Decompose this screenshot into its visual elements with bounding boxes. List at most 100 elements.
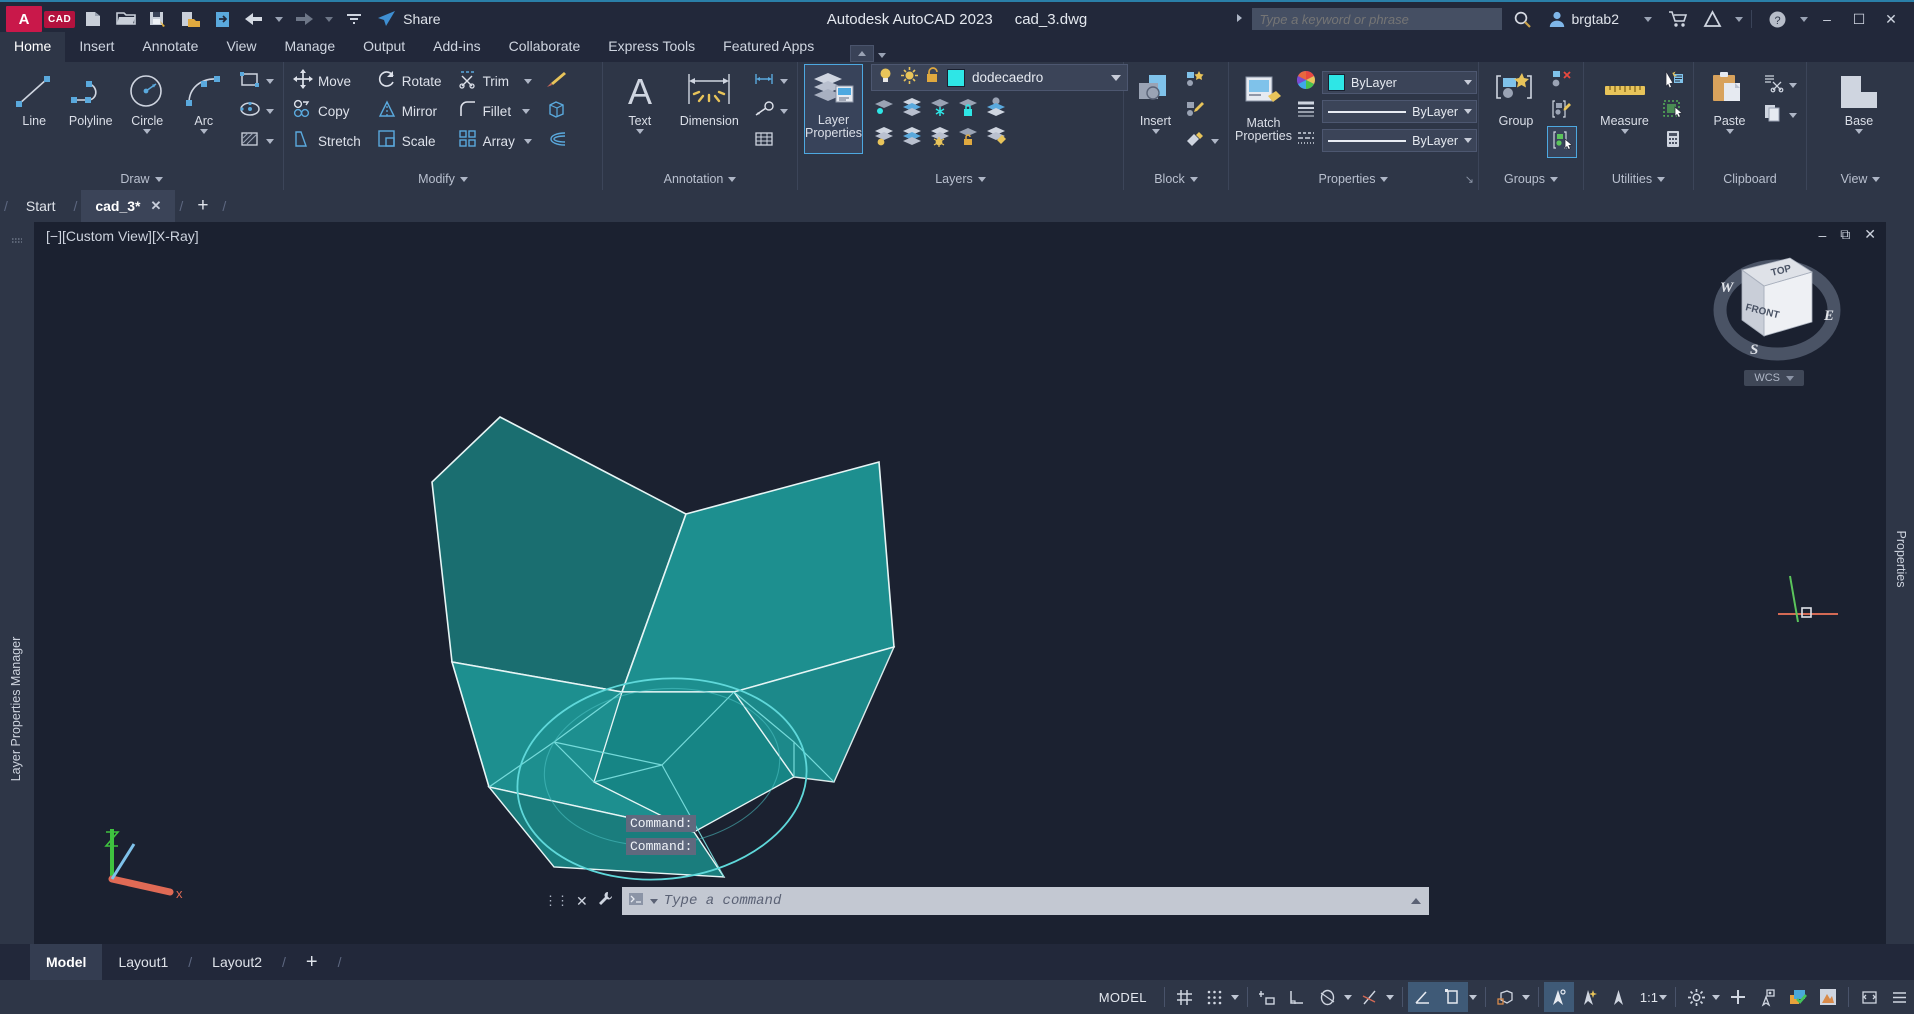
cut-button[interactable] bbox=[1759, 70, 1800, 100]
layout-tab-add[interactable]: + bbox=[290, 944, 334, 980]
group-edit-button[interactable] bbox=[1547, 96, 1577, 126]
quick-calc-area-button[interactable] bbox=[1659, 96, 1687, 126]
lineweight-toggle[interactable] bbox=[1437, 982, 1468, 1012]
tab-cad3[interactable]: cad_3* ✕ bbox=[81, 190, 176, 222]
draw-ellipse-button[interactable] bbox=[236, 96, 277, 126]
ortho-mode-toggle[interactable] bbox=[1313, 982, 1343, 1012]
workspace-switching-toggle[interactable] bbox=[1783, 982, 1813, 1012]
minimize-button[interactable]: – bbox=[1812, 4, 1842, 34]
modify-move-button[interactable]: Move bbox=[290, 66, 364, 96]
layer-freeze-icon[interactable] bbox=[927, 94, 953, 120]
property-lineweight-select[interactable]: ByLayer bbox=[1321, 100, 1477, 123]
annotation-dimension-button[interactable]: Dimension bbox=[671, 66, 748, 128]
open-file-icon[interactable] bbox=[113, 6, 139, 32]
ribbon-tab-insert[interactable]: Insert bbox=[65, 32, 128, 62]
ribbon-minimize-icon[interactable] bbox=[878, 53, 887, 62]
layers-panel-title[interactable]: Layers bbox=[798, 168, 1123, 190]
layer-lock-icon[interactable] bbox=[955, 94, 981, 120]
base-view-dropdown-icon[interactable] bbox=[1855, 129, 1863, 134]
infer-constraints-toggle[interactable] bbox=[1253, 982, 1283, 1012]
layer-color-swatch[interactable] bbox=[946, 68, 965, 87]
model-viewport[interactable]: [−][Custom View][X-Ray] – ⧉ ✕ x TOP FRON… bbox=[34, 222, 1886, 944]
layer-dropdown-icon[interactable] bbox=[1110, 74, 1121, 81]
layout-tab-layout2[interactable]: Layout2 bbox=[196, 944, 278, 980]
modify-array-button[interactable]: Array bbox=[455, 126, 536, 156]
copy-clip-dropdown-icon[interactable] bbox=[1789, 112, 1797, 118]
copy-clip-button[interactable] bbox=[1759, 100, 1800, 130]
ellipse-dropdown-icon[interactable] bbox=[266, 108, 274, 114]
save-as-icon[interactable] bbox=[177, 6, 203, 32]
autocad-logo[interactable]: A bbox=[6, 6, 42, 32]
draw-polyline-button[interactable]: Polyline bbox=[63, 66, 120, 128]
ribbon-tab-featured-apps[interactable]: Featured Apps bbox=[709, 32, 828, 62]
lineweight-icon[interactable] bbox=[1296, 99, 1316, 124]
command-expand-icon[interactable] bbox=[1411, 898, 1421, 904]
annotation-scale-value[interactable]: 1:1 bbox=[1634, 990, 1658, 1005]
transparency-toggle[interactable] bbox=[1491, 982, 1521, 1012]
modify-paintbrush-button[interactable] bbox=[541, 66, 571, 96]
wcs-dropdown-icon[interactable] bbox=[1786, 375, 1794, 381]
ribbon-tab-output[interactable]: Output bbox=[349, 32, 419, 62]
lineweight-dropdown-icon[interactable] bbox=[1468, 994, 1477, 1000]
ribbon-tab-view[interactable]: View bbox=[212, 32, 270, 62]
block-panel-title[interactable]: Block bbox=[1124, 168, 1228, 190]
draw-circle-button[interactable]: Circle bbox=[119, 66, 176, 134]
isolate-objects-toggle[interactable] bbox=[1753, 982, 1783, 1012]
linetype-icon[interactable] bbox=[1296, 128, 1316, 153]
utilities-panel-title[interactable]: Utilities bbox=[1584, 168, 1693, 190]
search-input[interactable] bbox=[1251, 8, 1502, 30]
modify-fillet-button[interactable]: Fillet bbox=[455, 96, 536, 126]
clean-screen-toggle[interactable] bbox=[1854, 982, 1884, 1012]
modify-stretch-button[interactable]: Stretch bbox=[290, 126, 364, 156]
share-button[interactable]: Share bbox=[377, 10, 441, 28]
draw-rectangle-button[interactable] bbox=[236, 66, 277, 96]
annotation-settings-icon[interactable] bbox=[1681, 982, 1711, 1012]
command-drag-handle-icon[interactable]: ⋮⋮ bbox=[544, 893, 569, 909]
search-expand-icon[interactable] bbox=[1236, 10, 1250, 28]
help-dropdown-icon[interactable] bbox=[1798, 6, 1810, 32]
redo-icon[interactable] bbox=[291, 6, 317, 32]
redo-dropdown-icon[interactable] bbox=[323, 6, 335, 32]
search-icon[interactable] bbox=[1510, 6, 1536, 32]
annotation-settings-dropdown-icon[interactable] bbox=[1712, 994, 1720, 1000]
hardware-acceleration-toggle[interactable] bbox=[1813, 982, 1843, 1012]
layer-properties-button[interactable]: Layer Properties bbox=[804, 64, 863, 154]
block-insert-button[interactable]: Insert bbox=[1130, 66, 1181, 134]
text-dropdown-icon[interactable] bbox=[635, 129, 644, 134]
layout-tab-model[interactable]: Model bbox=[30, 944, 103, 980]
new-tab-button[interactable]: + bbox=[187, 195, 218, 217]
layer-make-current-icon[interactable] bbox=[983, 94, 1009, 120]
measure-dropdown-icon[interactable] bbox=[1620, 129, 1629, 134]
match-properties-button[interactable]: Match Properties bbox=[1235, 68, 1292, 143]
groups-panel-title[interactable]: Groups bbox=[1479, 168, 1583, 190]
layer-turn-on-icon[interactable] bbox=[899, 123, 925, 149]
ortho-dropdown-icon[interactable] bbox=[1343, 994, 1352, 1000]
model-space-button[interactable]: MODEL bbox=[1087, 990, 1159, 1005]
cut-dropdown-icon[interactable] bbox=[1789, 82, 1797, 88]
layer-match-icon[interactable] bbox=[983, 123, 1009, 149]
view-panel-title[interactable]: View bbox=[1807, 168, 1914, 190]
ribbon-tab-express-tools[interactable]: Express Tools bbox=[594, 32, 709, 62]
group-button[interactable]: Group bbox=[1485, 66, 1547, 128]
edit-attribute-dropdown-icon[interactable] bbox=[1211, 138, 1219, 144]
modify-scale-button[interactable]: Scale bbox=[374, 126, 445, 156]
modify-mirror-button[interactable]: Mirror bbox=[374, 96, 445, 126]
layer-on-icon[interactable] bbox=[877, 67, 894, 89]
transparency-dropdown-icon[interactable] bbox=[1521, 994, 1530, 1000]
command-close-icon[interactable]: ✕ bbox=[576, 893, 588, 910]
annotation-panel-title[interactable]: Annotation bbox=[603, 168, 797, 190]
property-color-dropdown-icon[interactable] bbox=[1463, 80, 1472, 85]
cart-icon[interactable] bbox=[1665, 6, 1691, 32]
modify-solid-edit-button[interactable] bbox=[541, 96, 571, 126]
leader-dropdown-icon[interactable] bbox=[780, 108, 788, 114]
customization-menu[interactable] bbox=[1884, 982, 1914, 1012]
close-button[interactable]: ✕ bbox=[1876, 4, 1906, 34]
layer-thaw-icon[interactable] bbox=[900, 66, 918, 89]
tab-start[interactable]: Start bbox=[12, 190, 70, 222]
color-wheel-icon[interactable] bbox=[1296, 70, 1316, 95]
modify-offset-button[interactable] bbox=[541, 126, 571, 156]
ribbon-tab-annotate[interactable]: Annotate bbox=[128, 32, 212, 62]
ungroup-button[interactable] bbox=[1547, 66, 1577, 96]
ribbon-tab-addins[interactable]: Add-ins bbox=[419, 32, 494, 62]
panel-grip-icon[interactable] bbox=[11, 232, 23, 243]
